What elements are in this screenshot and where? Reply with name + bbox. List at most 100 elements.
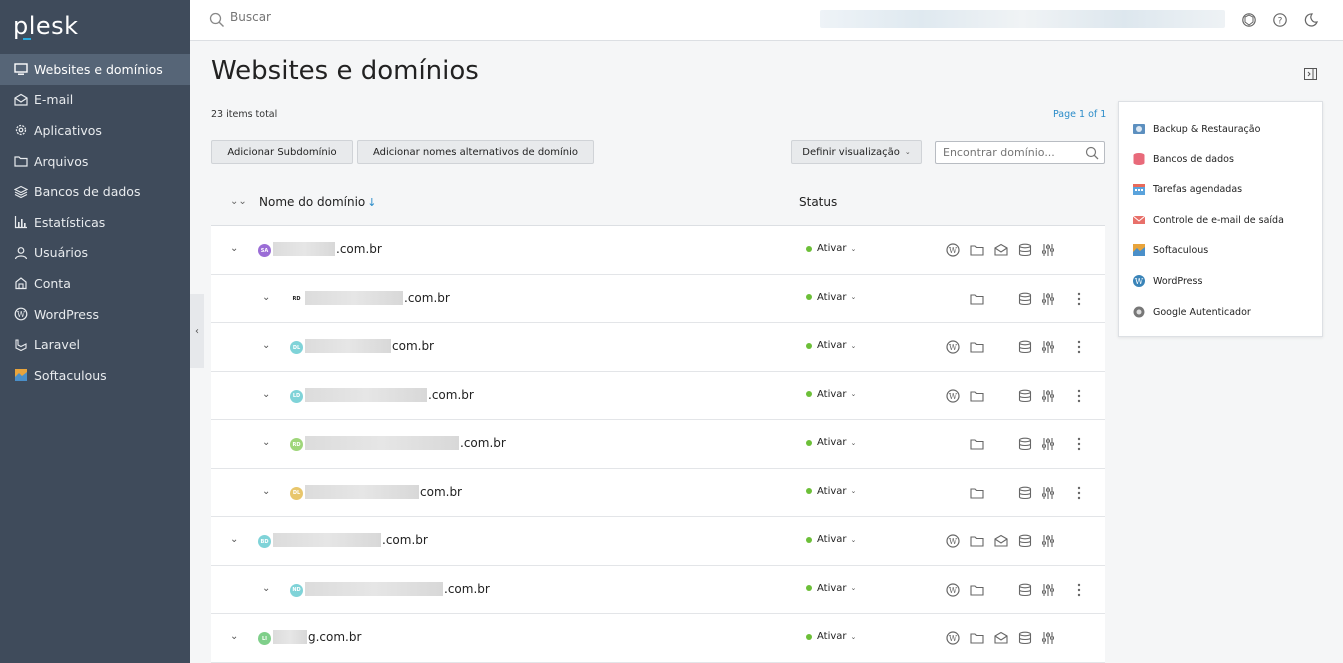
folder-icon[interactable]	[970, 533, 984, 547]
table-row[interactable]: ⌄ DL com.br Ativar ⌄	[211, 468, 1105, 517]
table-row[interactable]: ⌄ DL com.br Ativar ⌄ W	[211, 323, 1105, 372]
folder-icon[interactable]	[970, 582, 984, 596]
status-dropdown[interactable]: Ativar ⌄	[806, 292, 856, 303]
databases-link[interactable]: Bancos de dados	[1132, 152, 1234, 166]
sidebar-item-account[interactable]: Conta	[0, 268, 190, 299]
find-domain-input[interactable]	[943, 146, 1083, 159]
status-dropdown[interactable]: Ativar ⌄	[806, 631, 856, 642]
wordpress-icon[interactable]: W	[946, 533, 960, 548]
table-row[interactable]: ⌄ LD .com.br Ativar ⌄ W	[211, 371, 1105, 420]
wordpress-link[interactable]: W WordPress	[1132, 274, 1202, 288]
sidebar-item-files[interactable]: Arquivos	[0, 146, 190, 177]
mail-icon[interactable]	[994, 630, 1008, 644]
outgoing-mail-link[interactable]: Controle de e-mail de saída	[1132, 213, 1284, 227]
wordpress-icon[interactable]: W	[946, 582, 960, 597]
sidebar-collapse-button[interactable]: ‹	[190, 294, 204, 368]
folder-icon[interactable]	[970, 291, 984, 305]
help-icon[interactable]: ?	[1272, 12, 1288, 28]
find-domain-field[interactable]	[935, 141, 1105, 164]
wordpress-icon[interactable]: W	[946, 388, 960, 403]
sidebar-item-email[interactable]: E-mail	[0, 85, 190, 116]
domain-name-link[interactable]: .com.br	[305, 290, 450, 305]
status-dropdown[interactable]: Ativar ⌄	[806, 486, 856, 497]
wordpress-icon[interactable]: W	[946, 630, 960, 645]
pagination[interactable]: Page 1 of 1	[1053, 109, 1106, 120]
folder-icon[interactable]	[970, 339, 984, 353]
domain-name-link[interactable]: .com.br	[305, 581, 490, 596]
extensions-icon[interactable]	[1241, 12, 1257, 28]
database-icon[interactable]	[1018, 533, 1032, 548]
expand-row-icon[interactable]: ⌄	[262, 437, 270, 448]
more-options-icon[interactable]	[1077, 582, 1081, 596]
mail-icon[interactable]	[994, 533, 1008, 547]
user-info-blurred[interactable]	[820, 10, 1225, 28]
dark-mode-icon[interactable]	[1303, 12, 1319, 28]
settings-icon[interactable]	[1041, 485, 1055, 499]
table-row[interactable]: ⌄ LI g.com.br Ativar ⌄ W	[211, 614, 1105, 663]
expand-all-icon[interactable]: ⌄⌄	[230, 196, 247, 207]
sidebar-item-statistics[interactable]: Estatísticas	[0, 207, 190, 238]
database-icon[interactable]	[1018, 242, 1032, 257]
scheduled-tasks-link[interactable]: Tarefas agendadas	[1132, 182, 1242, 196]
expand-row-icon[interactable]: ⌄	[230, 243, 238, 254]
more-options-icon[interactable]	[1077, 339, 1081, 354]
expand-row-icon[interactable]: ⌄	[262, 583, 270, 594]
settings-icon[interactable]	[1041, 291, 1055, 305]
expand-row-icon[interactable]: ⌄	[230, 631, 238, 642]
database-icon[interactable]	[1018, 339, 1032, 354]
table-row[interactable]: ⌄ SA .com.br Ativar ⌄ W	[211, 226, 1105, 275]
folder-icon[interactable]	[970, 436, 984, 450]
table-row[interactable]: ⌄ BD .com.br Ativar ⌄ W	[211, 517, 1105, 566]
sidebar-item-users[interactable]: Usuários	[0, 238, 190, 269]
status-dropdown[interactable]: Ativar ⌄	[806, 583, 856, 594]
expand-row-icon[interactable]: ⌄	[262, 292, 270, 303]
expand-row-icon[interactable]: ⌄	[230, 534, 238, 545]
domain-name-link[interactable]: .com.br	[273, 533, 428, 547]
database-icon[interactable]	[1018, 582, 1032, 596]
search-icon[interactable]	[1085, 146, 1099, 160]
domain-name-link[interactable]: .com.br	[273, 242, 382, 256]
sidebar-item-apps[interactable]: Aplicativos	[0, 115, 190, 146]
settings-icon[interactable]	[1041, 339, 1055, 353]
folder-icon[interactable]	[970, 242, 984, 256]
domain-name-link[interactable]: g.com.br	[273, 630, 361, 644]
sidebar-item-databases[interactable]: Bancos de dados	[0, 176, 190, 207]
settings-icon[interactable]	[1041, 388, 1055, 402]
status-dropdown[interactable]: Ativar ⌄	[806, 340, 856, 351]
database-icon[interactable]	[1018, 485, 1032, 499]
add-subdomain-button[interactable]: Adicionar Subdomínio	[211, 140, 353, 164]
status-dropdown[interactable]: Ativar ⌄	[806, 389, 856, 400]
folder-icon[interactable]	[970, 388, 984, 402]
sidebar-item-softaculous[interactable]: Softaculous	[0, 360, 190, 391]
sidebar-item-websites[interactable]: Websites e domínios	[0, 54, 190, 85]
settings-icon[interactable]	[1041, 582, 1055, 596]
search-input[interactable]	[230, 10, 530, 24]
sidebar-item-wordpress[interactable]: W WordPress	[0, 299, 190, 330]
database-icon[interactable]	[1018, 630, 1032, 645]
google-authenticator-link[interactable]: Google Autenticador	[1132, 305, 1251, 319]
table-row[interactable]: ⌄ RD .com.br Ativar ⌄	[211, 420, 1105, 469]
settings-icon[interactable]	[1041, 436, 1055, 450]
folder-icon[interactable]	[970, 485, 984, 499]
domain-name-link[interactable]: .com.br	[305, 436, 506, 450]
domain-name-link[interactable]: com.br	[305, 484, 462, 499]
view-mode-button[interactable]: Definir visualização ⌄	[791, 140, 922, 164]
expand-row-icon[interactable]: ⌄	[262, 486, 270, 497]
column-header-name[interactable]: Nome do domínio ↓	[259, 195, 376, 209]
folder-icon[interactable]	[970, 630, 984, 644]
more-options-icon[interactable]	[1077, 291, 1081, 305]
softaculous-link[interactable]: Softaculous	[1132, 243, 1208, 257]
status-dropdown[interactable]: Ativar ⌄	[806, 243, 856, 254]
status-dropdown[interactable]: Ativar ⌄	[806, 534, 856, 545]
panel-toggle-icon[interactable]	[1304, 68, 1317, 80]
backup-link[interactable]: Backup & Restauração	[1132, 122, 1260, 136]
database-icon[interactable]	[1018, 436, 1032, 451]
mail-icon[interactable]	[994, 242, 1008, 256]
sidebar-item-laravel[interactable]: Laravel	[0, 329, 190, 360]
more-options-icon[interactable]	[1077, 485, 1081, 499]
expand-row-icon[interactable]: ⌄	[262, 340, 270, 351]
wordpress-icon[interactable]: W	[946, 242, 960, 257]
database-icon[interactable]	[1018, 388, 1032, 402]
wordpress-icon[interactable]: W	[946, 339, 960, 354]
domain-name-link[interactable]: com.br	[305, 339, 434, 353]
